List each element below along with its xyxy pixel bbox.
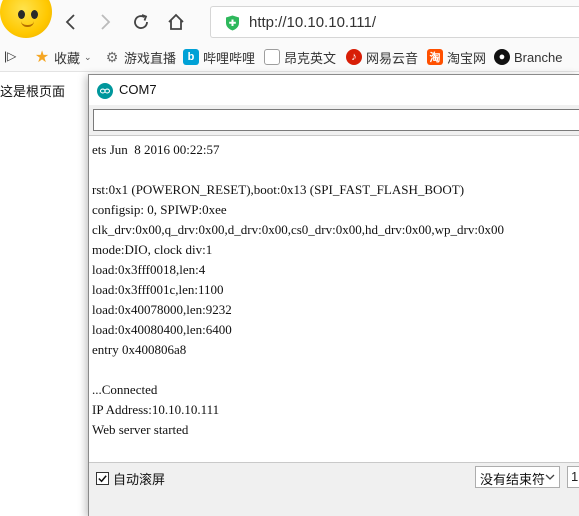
- bookmark-label: 游戏直播: [124, 50, 176, 66]
- browser-toolbar: http://10.10.10.111/: [0, 0, 579, 42]
- secure-shield-icon: [226, 15, 239, 31]
- bookmark-english[interactable]: 昂克英文: [264, 47, 336, 67]
- window-titlebar[interactable]: COM7: [89, 75, 579, 105]
- serial-output-line: [92, 360, 579, 380]
- serial-output-line: load:0x3fff0018,len:4: [92, 262, 206, 277]
- bookmark-bilibili[interactable]: b 哔哩哔哩: [183, 47, 255, 67]
- checkmark-icon: [98, 475, 107, 483]
- back-arrow-icon: [65, 14, 75, 30]
- avatar-mouth: [21, 21, 34, 27]
- serial-output-line: mode:DIO, clock div:1: [92, 242, 213, 257]
- forward-button[interactable]: [92, 9, 118, 35]
- bookmark-github-branches[interactable]: ● Branche: [494, 47, 564, 67]
- home-icon: [168, 13, 184, 30]
- serial-output-line: Web server started: [92, 422, 189, 437]
- serial-output-line: ets Jun 8 2016 00:22:57: [92, 142, 220, 157]
- github-icon: ●: [494, 49, 510, 65]
- address-bar[interactable]: http://10.10.10.111/: [210, 6, 579, 38]
- star-icon: ★: [34, 49, 50, 66]
- bookmark-taobao[interactable]: 淘 淘宝网: [427, 47, 487, 67]
- window-title: COM7: [119, 82, 157, 97]
- sidebar-toggle-icon[interactable]: |▷: [4, 49, 16, 63]
- taobao-icon: 淘: [427, 49, 443, 65]
- game-icon: ⚙: [105, 48, 119, 65]
- bookmark-label: 哔哩哔哩: [203, 50, 255, 66]
- bookmark-label: 收藏: [54, 50, 81, 66]
- user-avatar[interactable]: [0, 0, 52, 38]
- autoscroll-toggle[interactable]: 自动滚屏: [96, 469, 165, 488]
- baud-rate-select[interactable]: 1: [567, 466, 579, 488]
- forward-arrow-icon: [101, 14, 111, 30]
- autoscroll-checkbox[interactable]: [96, 472, 109, 485]
- avatar-eye: [31, 10, 38, 19]
- bookmark-label: Branche: [514, 49, 563, 65]
- serial-send-input[interactable]: [93, 109, 579, 131]
- bookmark-label: 昂克英文: [284, 50, 336, 66]
- serial-output-line: load:0x3fff001c,len:1100: [92, 282, 224, 297]
- bookmark-favorites[interactable]: ★ 收藏 ⌄: [34, 47, 92, 67]
- serial-status-bar: 自动滚屏 没有结束符 1: [89, 465, 579, 516]
- serial-output-line: IP Address:10.10.10.111: [92, 402, 220, 417]
- serial-output-line: ...Connected: [92, 382, 158, 397]
- baud-rate-value: 1: [571, 469, 579, 484]
- line-ending-select[interactable]: 没有结束符: [475, 466, 560, 488]
- url-text[interactable]: http://10.10.10.111/: [249, 14, 376, 31]
- bookmark-label: 网易云音: [366, 50, 418, 66]
- back-button[interactable]: [58, 9, 84, 35]
- netease-music-icon: ♪: [346, 49, 362, 65]
- bookmark-label: 淘宝网: [447, 50, 487, 66]
- arduino-icon: [97, 83, 113, 99]
- reload-icon: [134, 14, 148, 29]
- serial-output-line: [92, 160, 579, 180]
- bilibili-icon: b: [183, 49, 199, 65]
- serial-output-line: rst:0x1 (POWERON_RESET),boot:0x13 (SPI_F…: [92, 182, 465, 197]
- bookmark-game-live[interactable]: ⚙ 游戏直播: [104, 47, 176, 67]
- bookmarks-bar: |▷ ★ 收藏 ⌄ ⚙ 游戏直播 b 哔哩哔哩 昂克英文 ♪ 网易云音 淘 淘宝…: [0, 42, 579, 72]
- serial-monitor-window: COM7 ets Jun 8 2016 00:22:57 rst:0x1 (POW…: [88, 74, 579, 516]
- bookmark-netease-music[interactable]: ♪ 网易云音: [346, 47, 418, 67]
- page-root-text: 这是根页面: [0, 84, 66, 99]
- home-button[interactable]: [163, 9, 189, 35]
- serial-output-line: configsip: 0, SPIWP:0xee: [92, 202, 227, 217]
- line-ending-value: 没有结束符: [480, 472, 546, 487]
- serial-output-line: load:0x40080400,len:6400: [92, 322, 232, 337]
- autoscroll-label: 自动滚屏: [113, 472, 166, 487]
- serial-output-line: load:0x40078000,len:9232: [92, 302, 232, 317]
- chevron-down-icon: [545, 474, 555, 480]
- chevron-down-icon: ⌄: [84, 51, 92, 62]
- page-icon: [264, 49, 280, 65]
- serial-output-line: clk_drv:0x00,q_drv:0x00,d_drv:0x00,cs0_d…: [92, 222, 504, 237]
- serial-output-line: entry 0x400806a8: [92, 342, 187, 357]
- avatar-eye: [18, 10, 25, 19]
- reload-button[interactable]: [128, 9, 154, 35]
- serial-output-area[interactable]: ets Jun 8 2016 00:22:57 rst:0x1 (POWERON_…: [89, 135, 579, 463]
